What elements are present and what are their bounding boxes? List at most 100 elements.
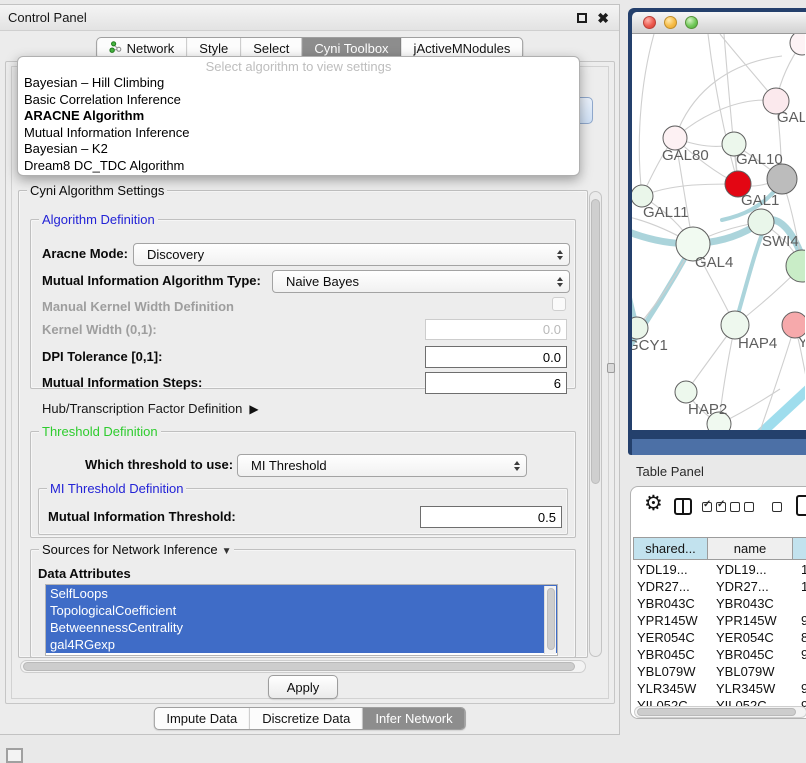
algorithm-option[interactable]: Dream8 DC_TDC Algorithm: [18, 158, 579, 175]
minimize-traffic-light[interactable]: [664, 16, 677, 29]
close-icon[interactable]: ✖: [597, 13, 609, 23]
settings-hscrollbar-thumb[interactable]: [23, 662, 575, 671]
columns-icon[interactable]: [674, 498, 692, 515]
table-row[interactable]: YBL079WYBL079W: [633, 663, 806, 680]
table-row[interactable]: YDR27...YDR27...12: [633, 578, 806, 595]
table-horizontal-scrollbar[interactable]: [634, 706, 806, 718]
tab-infer-network[interactable]: Infer Network: [363, 708, 464, 729]
table-cell[interactable]: YER054C: [708, 629, 793, 646]
hub-definition-toggle[interactable]: Hub/Transcription Factor Definition ▶: [42, 401, 259, 416]
manual-kernel-checkbox[interactable]: [552, 297, 566, 311]
network-edge-thick[interactable]: [758, 386, 805, 430]
table-cell[interactable]: 9.: [793, 646, 806, 663]
apply-button[interactable]: Apply: [268, 675, 338, 699]
select-all-icon[interactable]: [702, 502, 726, 512]
document-icon[interactable]: [796, 495, 806, 516]
kernel-width-field[interactable]: 0.0: [425, 319, 567, 340]
stepper-arrows-icon: [557, 250, 563, 260]
attribute-list-item[interactable]: BetweennessCentrality: [46, 619, 557, 636]
table-row[interactable]: YPR145WYPR145W9.: [633, 612, 806, 629]
minimized-panel-icon[interactable]: [6, 748, 23, 763]
table-cell[interactable]: YER054C: [633, 629, 708, 646]
table-cell[interactable]: 9.: [793, 680, 806, 697]
algorithm-option[interactable]: Bayesian – Hill Climbing: [18, 75, 579, 92]
list-scrollbar-thumb[interactable]: [547, 588, 555, 650]
table-row[interactable]: YBR045CYBR045C9.: [633, 646, 806, 663]
algorithm-combo-stub[interactable]: [578, 97, 593, 124]
network-node[interactable]: [675, 381, 697, 403]
table-cell[interactable]: YLR345W: [708, 680, 793, 697]
which-threshold-combo[interactable]: MI Threshold: [237, 454, 527, 477]
table-cell[interactable]: YBR043C: [633, 595, 708, 612]
kernel-width-value: 0.0: [543, 322, 561, 337]
list-scrollbar[interactable]: [544, 586, 556, 654]
table-cell[interactable]: YDL19...: [633, 561, 708, 578]
network-edge[interactable]: [642, 184, 738, 196]
table-cell[interactable]: [793, 595, 806, 612]
unchecked-box-icon: [744, 502, 754, 512]
mi-steps-field[interactable]: 6: [425, 372, 567, 394]
sources-toggle[interactable]: Sources for Network Inference▼: [39, 542, 234, 557]
table-cell[interactable]: YPR145W: [633, 612, 708, 629]
column-header[interactable]: A: [793, 537, 806, 560]
table-cell[interactable]: YPR145W: [708, 612, 793, 629]
attribute-list-item[interactable]: gal4RGexp: [46, 636, 557, 653]
table-cell[interactable]: YDR27...: [708, 578, 793, 595]
table-row[interactable]: YDL19...YDL19...13: [633, 561, 806, 578]
table-cell[interactable]: YLR345W: [633, 680, 708, 697]
splitter-handle[interactable]: [607, 363, 615, 373]
gear-icon[interactable]: ⚙: [644, 493, 663, 514]
settings-horizontal-scrollbar[interactable]: [20, 660, 586, 673]
table-cell[interactable]: YBL079W: [633, 663, 708, 680]
algorithm-option[interactable]: Basic Correlation Inference: [18, 92, 579, 109]
checkbox-icon[interactable]: [772, 502, 782, 512]
column-header[interactable]: shared...: [633, 537, 708, 560]
algorithm-option[interactable]: Mutual Information Inference: [18, 125, 579, 142]
which-threshold-value: MI Threshold: [251, 458, 327, 473]
table-cell[interactable]: 9.: [793, 612, 806, 629]
table-cell[interactable]: YDR27...: [633, 578, 708, 595]
network-edge-thick[interactable]: [735, 232, 763, 325]
attr-items: SelfLoopsTopologicalCoefficientBetweenne…: [46, 585, 557, 653]
settings-scrollbar-thumb[interactable]: [591, 199, 600, 484]
float-window-icon[interactable]: [577, 13, 587, 23]
table-cell[interactable]: 12: [793, 578, 806, 595]
attribute-list-item[interactable]: TopologicalCoefficient: [46, 602, 557, 619]
table-cell[interactable]: YBR045C: [708, 646, 793, 663]
hub-definition-label: Hub/Transcription Factor Definition: [42, 401, 242, 416]
network-edge[interactable]: [639, 34, 654, 196]
algorithm-option[interactable]: Bayesian – K2: [18, 141, 579, 158]
table-cell[interactable]: YDL19...: [708, 561, 793, 578]
column-header[interactable]: name: [708, 537, 793, 560]
network-canvas[interactable]: GALGAL80GAL10GAL1GAL11SWI4GAL4HAP4YGCY1H…: [632, 34, 806, 430]
network-node[interactable]: [790, 34, 805, 55]
collapsed-arrow-icon: ▶: [249, 402, 258, 416]
network-node[interactable]: [767, 164, 797, 194]
deselect-all-icon[interactable]: [730, 502, 754, 512]
network-node[interactable]: [786, 250, 805, 282]
table-cell[interactable]: YBL079W: [708, 663, 793, 680]
mi-threshold-field[interactable]: 0.5: [420, 506, 562, 528]
table-hscrollbar-thumb[interactable]: [637, 708, 796, 716]
algorithm-option[interactable]: ARACNE Algorithm: [18, 108, 579, 125]
table-cell[interactable]: 13: [793, 561, 806, 578]
control-panel-titlebar[interactable]: Control Panel ✖: [0, 5, 619, 31]
close-traffic-light[interactable]: [643, 16, 656, 29]
zoom-traffic-light[interactable]: [685, 16, 698, 29]
aracne-mode-combo[interactable]: Discovery: [133, 243, 570, 266]
tab-impute-data[interactable]: Impute Data: [154, 708, 250, 729]
table-row[interactable]: YLR345WYLR345W9.: [633, 680, 806, 697]
dpi-tolerance-field[interactable]: 0.0: [425, 346, 567, 368]
tab-discretize-data[interactable]: Discretize Data: [250, 708, 363, 729]
table-row[interactable]: YBR043CYBR043C: [633, 595, 806, 612]
table-cell[interactable]: YBR045C: [633, 646, 708, 663]
table-row[interactable]: YER054CYER054C8.: [633, 629, 806, 646]
attribute-list-item[interactable]: SelfLoops: [46, 585, 557, 602]
network-node[interactable]: [748, 209, 774, 235]
table-cell[interactable]: [793, 663, 806, 680]
table-cell[interactable]: 8.: [793, 629, 806, 646]
mi-type-combo[interactable]: Naive Bayes: [272, 270, 570, 293]
settings-vertical-scrollbar[interactable]: [589, 191, 602, 657]
table-cell[interactable]: YBR043C: [708, 595, 793, 612]
network-window-titlebar[interactable]: [632, 12, 806, 34]
